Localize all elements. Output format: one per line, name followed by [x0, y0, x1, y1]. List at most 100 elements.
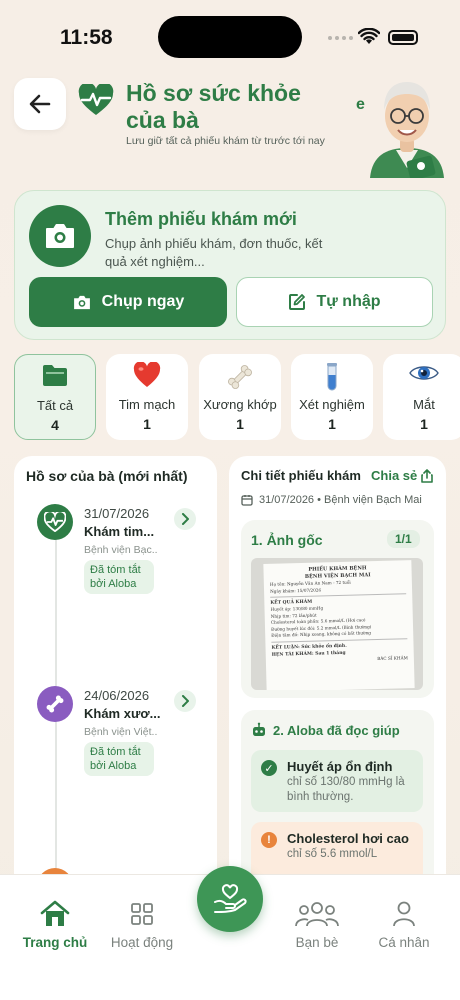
record-title: Khám tim... [84, 524, 155, 539]
record-category-badge [37, 504, 73, 540]
category-orthopedics[interactable]: Xương khớp 1 [199, 354, 281, 440]
home-icon [40, 900, 70, 926]
nav-label: Cá nhân [378, 935, 430, 950]
heart-icon [133, 362, 161, 387]
capture-now-label: Chụp ngay [101, 293, 185, 310]
share-label: Chia sẻ [371, 468, 418, 483]
nav-activity[interactable]: Hoạt động [97, 899, 187, 950]
back-button[interactable] [14, 78, 66, 130]
warning-circle-icon: ! [261, 832, 277, 848]
nav-label: Trang chủ [22, 935, 88, 950]
aloba-summary-card: 2. Aloba đã đọc giúp ✓ Huyết áp ổn định … [241, 710, 434, 896]
nav-label: Hoạt động [110, 935, 174, 950]
record-item[interactable]: 24/06/2026 Khám xươ... Bệnh viện Việt...… [14, 686, 217, 826]
category-label: Xương khớp [203, 397, 277, 412]
record-open-button[interactable] [174, 690, 196, 712]
chevron-right-icon [182, 513, 189, 525]
summary-badge: Đã tóm tắt bởi Aloba [84, 560, 154, 594]
page-title: Hồ sơ sức khỏe của bà [126, 80, 301, 133]
test-tube-icon [327, 363, 337, 391]
person-icon [393, 901, 415, 927]
exam-sheet-photo[interactable]: PHIẾU KHÁM BỆNH BỆNH VIỆN BẠCH MAI Họ tê… [251, 558, 423, 690]
category-count: 1 [328, 416, 336, 432]
category-filter-row: Tất cả 4 Tim mạch 1 Xương khớp 1 Xét ngh… [14, 354, 460, 442]
category-count: 1 [143, 416, 151, 432]
original-image-title: 1. Ảnh gốc [251, 532, 323, 548]
battery-icon [388, 30, 418, 45]
wifi-icon [358, 28, 380, 44]
record-open-button[interactable] [174, 508, 196, 530]
category-cardiology[interactable]: Tim mạch 1 [106, 354, 188, 440]
category-count: 4 [51, 417, 59, 433]
detail-meta: 31/07/2026 • Bệnh viện Bạch Mai [241, 494, 422, 506]
page-subtitle: Lưu giữ tất cả phiếu khám từ trước tới n… [126, 135, 325, 147]
category-label: Xét nghiệm [299, 397, 365, 412]
add-record-description: Chụp ảnh phiếu khám, đơn thuốc, kết quả … [105, 236, 323, 269]
exam-sheet: PHIẾU KHÁM BỆNH BỆNH VIỆN BẠCH MAI Họ tê… [263, 560, 415, 690]
camera-icon [46, 224, 74, 248]
heart-in-hand-icon [214, 884, 247, 913]
friends-icon [295, 902, 339, 927]
folder-icon [43, 365, 67, 386]
category-label: Mắt [413, 397, 435, 412]
category-eye[interactable]: Mắt 1 [383, 354, 460, 440]
nav-home[interactable]: Trang chủ [10, 899, 100, 950]
aloba-summary-title: 2. Aloba đã đọc giúp [251, 722, 400, 738]
add-record-camera-badge [29, 205, 91, 267]
robot-icon [253, 722, 265, 736]
manual-entry-label: Tự nhập [316, 293, 381, 310]
record-category-badge [37, 686, 73, 722]
record-date: 24/06/2026 [84, 688, 150, 703]
grandma-avatar [370, 82, 444, 178]
add-record-card: Thêm phiếu khám mới Chụp ảnh phiếu khám,… [14, 190, 446, 340]
capture-now-button[interactable]: Chụp ngay [29, 277, 227, 327]
arrow-left-icon [29, 94, 51, 114]
signal-dots-icon [328, 36, 353, 40]
grid-icon [131, 903, 153, 925]
manual-entry-button[interactable]: Tự nhập [236, 277, 433, 327]
eye-icon [409, 366, 439, 380]
check-circle-icon: ✓ [261, 760, 277, 776]
finding-item: ✓ Huyết áp ổn định chỉ số 130/80 mmHg là… [251, 750, 423, 812]
record-item[interactable]: 31/07/2026 Khám tim... Bệnh viện Bạc... … [14, 504, 217, 644]
record-hospital: Bệnh viện Bạc... [84, 544, 158, 556]
edit-icon [289, 294, 306, 310]
header-trailing-text: e [356, 96, 365, 113]
status-time: 11:58 [60, 26, 113, 49]
category-count: 1 [236, 416, 244, 432]
care-fab-button[interactable] [197, 866, 263, 932]
aloba-summary-title-text: 2. Aloba đã đọc giúp [273, 722, 400, 738]
original-image-card: 1. Ảnh gốc 1/1 PHIẾU KHÁM BỆNH BỆNH VIỆN… [241, 520, 434, 698]
category-lab-tests[interactable]: Xét nghiệm 1 [291, 354, 373, 440]
add-record-title: Thêm phiếu khám mới [105, 209, 297, 229]
nav-label: Bạn bè [295, 935, 339, 950]
record-detail-panel: Chi tiết phiếu khám Chia sẻ 31/07/2026 •… [229, 456, 446, 896]
record-title: Khám xươ... [84, 706, 161, 721]
records-title: Hồ sơ của bà (mới nhất) [26, 468, 188, 484]
nav-profile[interactable]: Cá nhân [359, 899, 449, 950]
heart-pulse-icon [44, 512, 66, 532]
category-label: Tất cả [36, 398, 74, 413]
finding-body: chỉ số 5.6 mmol/L [287, 848, 378, 860]
bone-icon [46, 695, 64, 713]
status-bar: 11:58 [0, 0, 460, 60]
chevron-right-icon [182, 695, 189, 707]
dynamic-island [158, 16, 302, 58]
share-button[interactable]: Chia sẻ [371, 468, 434, 483]
finding-body: chỉ số 130/80 mmHg là bình thường. [287, 776, 405, 803]
detail-title: Chi tiết phiếu khám [241, 468, 361, 483]
detail-meta-text: 31/07/2026 • Bệnh viện Bạch Mai [259, 494, 422, 506]
image-pager: 1/1 [387, 530, 420, 548]
calendar-icon [241, 495, 253, 506]
category-label: Tim mạch [118, 397, 176, 412]
camera-icon [73, 295, 90, 309]
record-hospital: Bệnh viện Việt... [84, 726, 158, 738]
heart-pulse-logo-icon [78, 84, 114, 115]
category-all[interactable]: Tất cả 4 [14, 354, 96, 440]
finding-head: Huyết áp ổn định [287, 759, 393, 774]
record-date: 31/07/2026 [84, 506, 150, 521]
nav-friends[interactable]: Bạn bè [272, 899, 362, 950]
summary-badge: Đã tóm tắt bởi Aloba [84, 742, 154, 776]
bone-icon [228, 365, 252, 389]
share-icon [421, 468, 434, 483]
